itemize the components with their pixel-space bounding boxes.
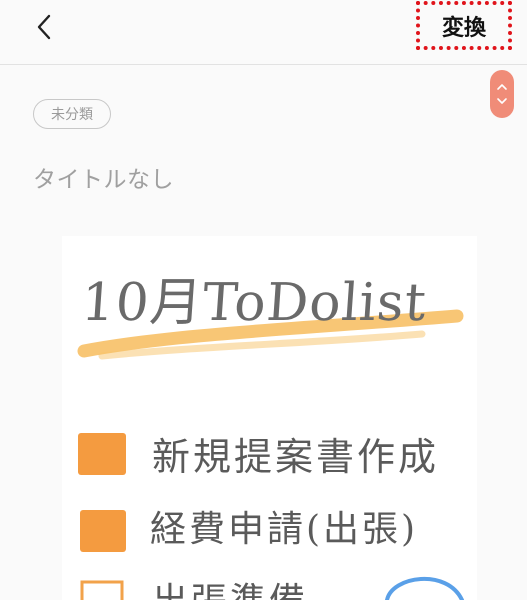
category-tag-label: 未分類 (51, 107, 93, 123)
scroll-handle[interactable] (490, 70, 514, 118)
doodle-stroke (385, 576, 464, 600)
checkbox-empty (80, 580, 124, 600)
checkbox-filled (78, 433, 126, 475)
chevron-up-icon (497, 84, 507, 90)
handwritten-heading: 10月ToDolist (79, 273, 429, 333)
chevron-left-icon (37, 14, 51, 40)
handwriting-canvas[interactable]: 10月ToDolist 新規提案書作成 経費申請(出張) 出張準備 (62, 236, 477, 600)
handwritten-item: 出張準備 (152, 572, 308, 600)
convert-button-label: 変換 (441, 15, 486, 41)
category-tag[interactable]: 未分類 (33, 99, 111, 129)
convert-button[interactable]: 変換 (416, 1, 512, 50)
top-bar: 変換 (0, 0, 527, 65)
handwritten-item: 新規提案書作成 (152, 435, 440, 479)
handwritten-item: 経費申請(出張) (150, 509, 419, 550)
checkbox-filled (80, 510, 126, 552)
back-button[interactable] (30, 10, 60, 44)
chevron-down-icon (497, 98, 507, 104)
note-title: タイトルなし (33, 167, 174, 193)
